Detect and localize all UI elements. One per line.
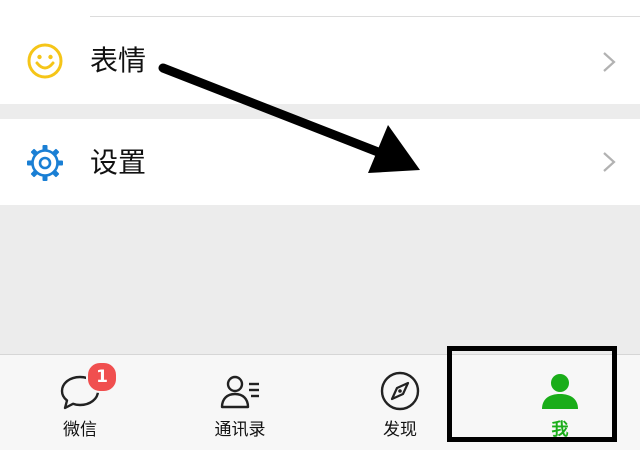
tab-chats[interactable]: 1 微信 — [0, 355, 160, 450]
menu-item-label: 设置 — [90, 146, 147, 179]
tab-label: 微信 — [63, 420, 97, 440]
annotation-highlight-box — [447, 346, 617, 442]
divider — [90, 16, 640, 17]
unread-badge: 1 — [86, 361, 118, 393]
compass-icon — [380, 371, 420, 411]
contacts-icon — [220, 375, 259, 409]
tab-label: 通讯录 — [214, 420, 266, 440]
smiley-icon — [27, 43, 63, 79]
gear-icon — [27, 145, 63, 181]
menu-item-label: 表情 — [90, 44, 147, 77]
tab-contacts[interactable]: 通讯录 — [160, 355, 320, 450]
chevron-right-icon — [603, 152, 616, 172]
chevron-right-icon — [603, 52, 616, 72]
